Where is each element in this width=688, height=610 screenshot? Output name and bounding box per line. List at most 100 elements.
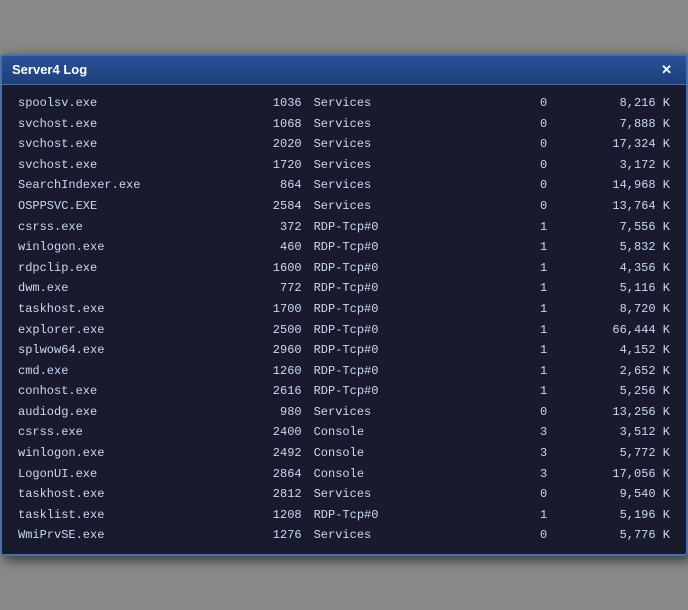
process-name: tasklist.exe <box>14 505 229 526</box>
process-num: 0 <box>490 114 551 135</box>
table-row: dwm.exe772RDP-Tcp#015,116 K <box>14 278 674 299</box>
process-session: Services <box>306 484 490 505</box>
process-pid: 1600 <box>229 258 306 279</box>
table-row: WmiPrvSE.exe1276Services05,776 K <box>14 525 674 546</box>
process-session: RDP-Tcp#0 <box>306 320 490 341</box>
process-pid: 2020 <box>229 134 306 155</box>
process-pid: 1260 <box>229 361 306 382</box>
process-mem: 5,196 K <box>551 505 674 526</box>
table-row: csrss.exe372RDP-Tcp#017,556 K <box>14 217 674 238</box>
process-num: 1 <box>490 217 551 238</box>
process-pid: 2616 <box>229 381 306 402</box>
process-pid: 1068 <box>229 114 306 135</box>
process-num: 0 <box>490 93 551 114</box>
table-row: winlogon.exe460RDP-Tcp#015,832 K <box>14 237 674 258</box>
process-mem: 3,172 K <box>551 155 674 176</box>
process-mem: 5,116 K <box>551 278 674 299</box>
process-num: 0 <box>490 175 551 196</box>
process-mem: 8,720 K <box>551 299 674 320</box>
process-mem: 4,152 K <box>551 340 674 361</box>
process-session: Services <box>306 402 490 423</box>
table-row: explorer.exe2500RDP-Tcp#0166,444 K <box>14 320 674 341</box>
process-mem: 7,556 K <box>551 217 674 238</box>
process-num: 0 <box>490 155 551 176</box>
process-pid: 2584 <box>229 196 306 217</box>
process-session: Services <box>306 196 490 217</box>
process-pid: 460 <box>229 237 306 258</box>
process-mem: 17,324 K <box>551 134 674 155</box>
process-num: 1 <box>490 258 551 279</box>
process-session: Services <box>306 175 490 196</box>
process-name: taskhost.exe <box>14 299 229 320</box>
process-session: Services <box>306 114 490 135</box>
process-num: 3 <box>490 443 551 464</box>
process-name: winlogon.exe <box>14 237 229 258</box>
process-name: WmiPrvSE.exe <box>14 525 229 546</box>
process-name: explorer.exe <box>14 320 229 341</box>
process-session: RDP-Tcp#0 <box>306 278 490 299</box>
process-name: cmd.exe <box>14 361 229 382</box>
process-num: 1 <box>490 237 551 258</box>
process-name: conhost.exe <box>14 381 229 402</box>
process-session: RDP-Tcp#0 <box>306 361 490 382</box>
process-name: csrss.exe <box>14 422 229 443</box>
table-row: winlogon.exe2492Console35,772 K <box>14 443 674 464</box>
process-num: 1 <box>490 381 551 402</box>
process-session: RDP-Tcp#0 <box>306 217 490 238</box>
table-row: conhost.exe2616RDP-Tcp#015,256 K <box>14 381 674 402</box>
process-pid: 1276 <box>229 525 306 546</box>
process-session: RDP-Tcp#0 <box>306 381 490 402</box>
process-mem: 17,056 K <box>551 464 674 485</box>
process-name: audiodg.exe <box>14 402 229 423</box>
process-pid: 980 <box>229 402 306 423</box>
table-row: svchost.exe1068Services07,888 K <box>14 114 674 135</box>
process-session: Services <box>306 134 490 155</box>
process-mem: 5,772 K <box>551 443 674 464</box>
table-row: rdpclip.exe1600RDP-Tcp#014,356 K <box>14 258 674 279</box>
window-title: Server4 Log <box>12 62 87 77</box>
process-name: winlogon.exe <box>14 443 229 464</box>
process-name: taskhost.exe <box>14 484 229 505</box>
process-name: spoolsv.exe <box>14 93 229 114</box>
table-row: OSPPSVC.EXE2584Services013,764 K <box>14 196 674 217</box>
table-row: splwow64.exe2960RDP-Tcp#014,152 K <box>14 340 674 361</box>
process-mem: 4,356 K <box>551 258 674 279</box>
process-name: LogonUI.exe <box>14 464 229 485</box>
process-mem: 5,832 K <box>551 237 674 258</box>
process-mem: 13,256 K <box>551 402 674 423</box>
table-row: spoolsv.exe1036Services08,216 K <box>14 93 674 114</box>
process-session: Console <box>306 443 490 464</box>
process-mem: 9,540 K <box>551 484 674 505</box>
table-row: svchost.exe1720Services03,172 K <box>14 155 674 176</box>
process-name: svchost.exe <box>14 134 229 155</box>
log-content: spoolsv.exe1036Services08,216 Ksvchost.e… <box>2 85 686 554</box>
process-session: Services <box>306 525 490 546</box>
process-session: RDP-Tcp#0 <box>306 340 490 361</box>
process-num: 1 <box>490 278 551 299</box>
process-num: 1 <box>490 505 551 526</box>
process-pid: 772 <box>229 278 306 299</box>
process-mem: 5,256 K <box>551 381 674 402</box>
process-name: OSPPSVC.EXE <box>14 196 229 217</box>
process-pid: 1700 <box>229 299 306 320</box>
process-session: Console <box>306 464 490 485</box>
process-mem: 8,216 K <box>551 93 674 114</box>
log-window: Server4 Log ✕ spoolsv.exe1036Services08,… <box>0 54 688 556</box>
table-row: cmd.exe1260RDP-Tcp#012,652 K <box>14 361 674 382</box>
table-row: SearchIndexer.exe864Services014,968 K <box>14 175 674 196</box>
process-mem: 5,776 K <box>551 525 674 546</box>
process-name: csrss.exe <box>14 217 229 238</box>
close-button[interactable]: ✕ <box>657 62 676 78</box>
process-num: 0 <box>490 134 551 155</box>
process-pid: 2400 <box>229 422 306 443</box>
process-name: dwm.exe <box>14 278 229 299</box>
process-session: RDP-Tcp#0 <box>306 299 490 320</box>
process-num: 1 <box>490 320 551 341</box>
titlebar: Server4 Log ✕ <box>2 56 686 85</box>
process-num: 3 <box>490 422 551 443</box>
process-session: Console <box>306 422 490 443</box>
process-pid: 1208 <box>229 505 306 526</box>
process-pid: 2960 <box>229 340 306 361</box>
table-row: taskhost.exe2812Services09,540 K <box>14 484 674 505</box>
process-name: splwow64.exe <box>14 340 229 361</box>
